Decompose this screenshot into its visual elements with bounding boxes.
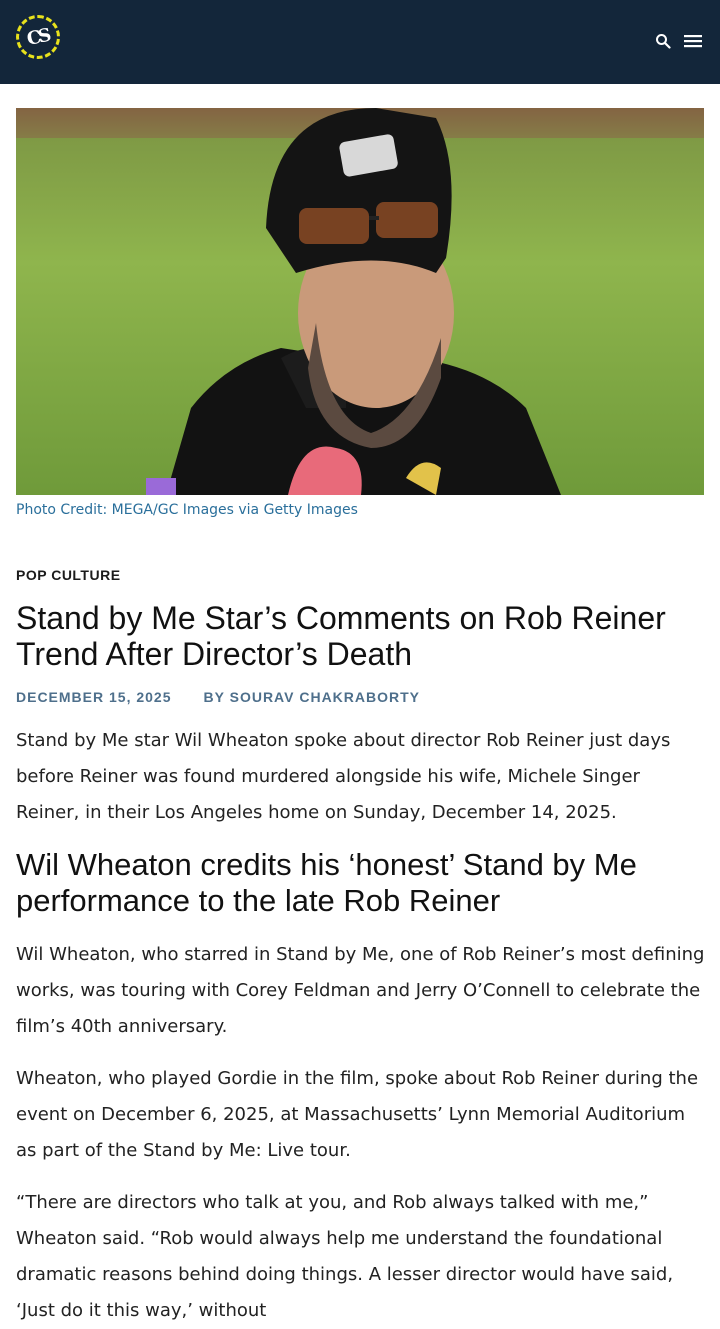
category-label[interactable]: POP CULTURE [16,567,121,583]
menu-icon[interactable] [682,30,704,52]
top-navigation-bar: CS [0,0,720,84]
section-heading: Wil Wheaton credits his ‘honest’ Stand b… [16,847,637,918]
search-icon[interactable] [652,30,674,52]
body-paragraph-3: “There are directors who talk at you, an… [16,1192,674,1321]
publish-date: DECEMBER 15, 2025 [16,689,172,705]
site-logo[interactable]: CS [16,15,60,59]
body-paragraph-2: Wheaton, who played Gordie in the film, … [16,1068,699,1161]
author-byline[interactable]: BY SOURAV CHAKRABORTY [204,689,421,705]
article-title: Stand by Me Star’s Comments on Rob Reine… [16,600,666,672]
hero-image [16,108,704,495]
intro-paragraph: Stand by Me star Wil Wheaton spoke about… [16,730,671,823]
logo-text: CS [25,24,51,50]
body-paragraph-1: Wil Wheaton, who starred in Stand by Me,… [16,944,705,1037]
header-actions [652,30,704,52]
photo-credit-caption: Photo Credit: MEGA/GC Images via Getty I… [16,502,358,518]
article-meta: DECEMBER 15, 2025 BY SOURAV CHAKRABORTY [16,689,420,705]
